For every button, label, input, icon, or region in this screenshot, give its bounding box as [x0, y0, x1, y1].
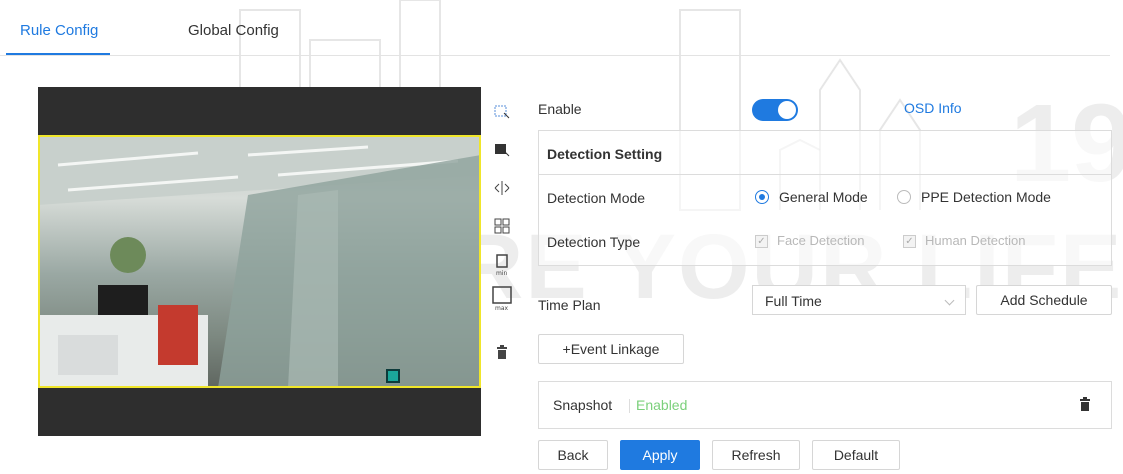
time-plan-label: Time Plan [538, 297, 601, 313]
refresh-button[interactable]: Refresh [712, 440, 800, 470]
time-plan-select[interactable]: Full Time [752, 285, 966, 315]
apply-button[interactable]: Apply [620, 440, 700, 470]
default-button[interactable]: Default [812, 440, 900, 470]
mouse-cursor-icon [386, 369, 400, 383]
event-linkage-button[interactable]: +Event Linkage [538, 334, 684, 364]
svg-text:max: max [495, 305, 509, 312]
pixel-counter-icon[interactable] [492, 216, 512, 236]
ppe-mode-label[interactable]: PPE Detection Mode [921, 189, 1051, 205]
osd-info-link[interactable]: OSD Info [904, 100, 962, 116]
video-preview[interactable] [38, 87, 481, 436]
tab-bar: Rule Config Global Config [0, 0, 1110, 56]
detection-mode-label: Detection Mode [547, 190, 646, 206]
video-bottom-band [38, 388, 481, 436]
draw-excluded-area-icon[interactable] [492, 140, 512, 160]
trash-icon[interactable] [1079, 397, 1091, 414]
detection-area-frame[interactable] [38, 135, 481, 388]
max-size-icon[interactable]: max [492, 286, 512, 312]
snapshot-label: Snapshot [553, 397, 613, 413]
detection-type-label: Detection Type [547, 234, 641, 250]
detection-setting-title: Detection Setting [547, 146, 663, 162]
human-detection-label: Human Detection [925, 233, 1026, 248]
face-detection-checkbox: ✓ [755, 235, 768, 248]
draw-area-icon[interactable] [492, 102, 512, 122]
face-detection-label: Face Detection [777, 233, 865, 248]
tab-global-config[interactable]: Global Config [188, 22, 279, 39]
detection-setting-box: Detection Setting Detection Mode General… [538, 130, 1112, 266]
delete-icon[interactable] [492, 342, 512, 362]
toggle-knob [778, 101, 796, 119]
chevron-down-icon [944, 295, 955, 306]
svg-text:min: min [496, 270, 508, 277]
active-tab-indicator [6, 53, 110, 55]
back-button[interactable]: Back [538, 440, 608, 470]
detection-setting-header: Detection Setting [539, 131, 1111, 175]
enable-toggle[interactable] [752, 99, 798, 121]
snapshot-row: Snapshot Enabled [538, 381, 1112, 429]
time-plan-value: Full Time [765, 293, 822, 309]
general-mode-radio[interactable] [755, 190, 769, 204]
enable-label: Enable [538, 101, 582, 117]
min-size-icon[interactable]: min [492, 252, 512, 278]
general-mode-label[interactable]: General Mode [779, 189, 868, 205]
direction-icon[interactable] [492, 178, 512, 198]
video-top-band [38, 87, 481, 135]
snapshot-status: Enabled [636, 397, 688, 413]
tab-rule-config[interactable]: Rule Config [20, 22, 98, 39]
snapshot-divider [629, 399, 630, 413]
ppe-mode-radio[interactable] [897, 190, 911, 204]
enable-row: Enable OSD Info [538, 86, 1112, 130]
add-schedule-button[interactable]: Add Schedule [976, 285, 1112, 315]
human-detection-checkbox: ✓ [903, 235, 916, 248]
